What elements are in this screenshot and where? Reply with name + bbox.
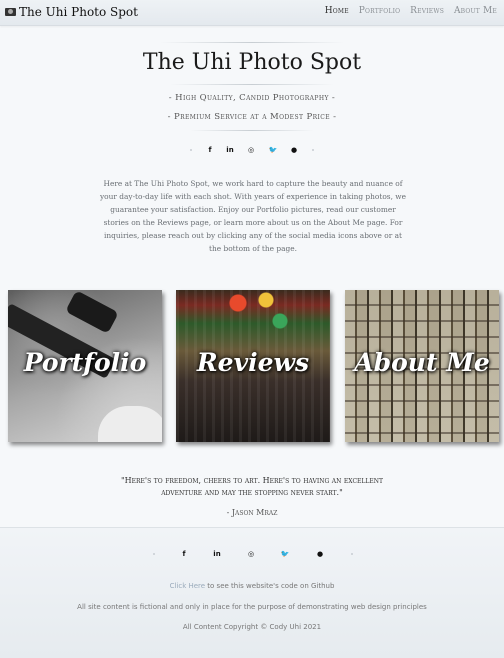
tagline-service: - Premium Service at a Modest Price - [167,112,337,122]
social-links-top: f in ◎ 🐦 ● [0,144,504,156]
divider [190,130,314,131]
divider [170,84,334,85]
brand[interactable]: The Uhi Photo Spot [5,5,138,19]
ukulele-head-image [65,290,119,334]
github-icon[interactable]: ● [313,548,327,560]
instagram-icon[interactable]: ◎ [244,144,258,156]
quote-text: "Here's to freedom, cheers to art. Here'… [120,476,384,497]
footer: f in ◎ 🐦 ● Click Here to see this websit… [0,527,504,658]
navbar: The Uhi Photo Spot Home Portfolio Review… [0,0,504,26]
linkedin-icon[interactable]: in [210,548,224,560]
decor-dot [351,553,353,555]
nav-about-me[interactable]: About Me [454,6,497,16]
nav-reviews[interactable]: Reviews [410,6,444,16]
linkedin-icon[interactable]: in [223,144,237,156]
social-links-footer: f in ◎ 🐦 ● [0,548,504,560]
github-link[interactable]: Click Here [170,582,206,590]
github-icon[interactable]: ● [287,144,301,156]
nav-links: Home Portfolio Reviews About Me [318,6,497,16]
portfolio-tile-label: Portfolio [23,348,147,377]
tagline-quality: - High Quality, Candid Photography - [168,93,336,103]
brand-text: The Uhi Photo Spot [19,5,138,19]
disclaimer-text: All site content is fictional and only i… [77,603,427,611]
twitter-icon[interactable]: 🐦 [278,548,292,560]
hand-image [98,406,162,442]
instagram-icon[interactable]: ◎ [244,548,258,560]
about-me-tile[interactable]: About Me [345,290,499,442]
camera-icon [5,8,16,16]
divider [160,42,344,43]
reviews-tile-label: Reviews [196,348,310,377]
portfolio-tile[interactable]: Portfolio [8,290,162,442]
decor-dot [153,553,155,555]
reviews-tile[interactable]: Reviews [176,290,330,442]
page-title: The Uhi Photo Spot [142,50,362,75]
twitter-icon[interactable]: 🐦 [266,144,280,156]
facebook-icon[interactable]: f [177,548,191,560]
quote-author: - Jason Mraz [226,508,278,517]
about-me-tile-label: About Me [354,348,490,377]
github-note: Click Here to see this website's code on… [0,582,504,590]
copyright-text: All Content Copyright © Cody Uhi 2021 [182,623,322,631]
nav-home[interactable]: Home [325,6,349,16]
decor-dot [190,149,192,151]
decor-dot [312,149,314,151]
github-note-text: to see this website's code on Github [205,582,335,590]
intro-text: Here at The Uhi Photo Spot, we work hard… [99,179,406,253]
nav-portfolio[interactable]: Portfolio [359,6,401,16]
lanterns-image [224,290,294,345]
facebook-icon[interactable]: f [203,144,217,156]
